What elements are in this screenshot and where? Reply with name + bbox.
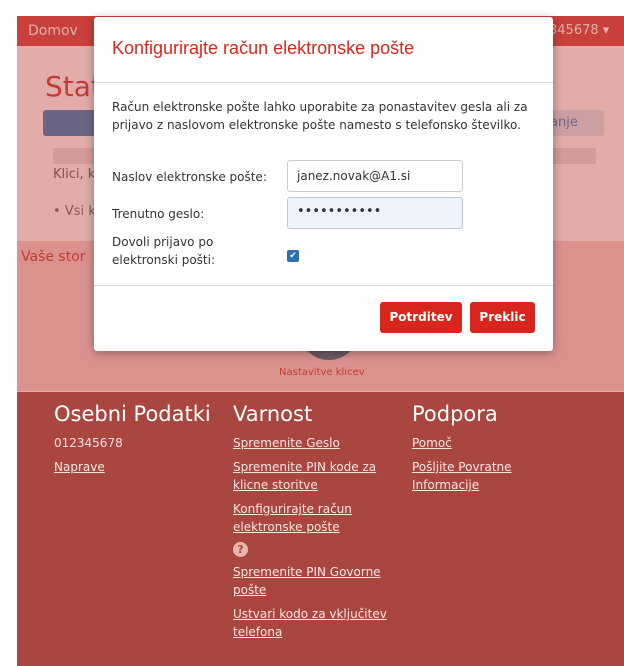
dialog-header: Konfigurirajte račun elektronske pošte <box>94 17 553 83</box>
footer-personal-title: Osebni Podatki <box>54 402 211 426</box>
help-link[interactable]: Pomoč <box>412 434 582 452</box>
email-config-dialog: Konfigurirajte račun elektronske pošte R… <box>94 17 553 351</box>
change-password-link[interactable]: Spremenite Geslo <box>233 434 403 452</box>
email-login-checkbox[interactable]: ✔ <box>287 250 299 262</box>
email-login-label: Dovoli prijavo po elektronski pošti: <box>112 235 216 267</box>
dialog-footer-divider <box>94 285 553 286</box>
password-field[interactable]: ••••••••••• <box>287 197 463 229</box>
voicemail-pin-link[interactable]: Spremenite PIN Govorne pošte <box>233 563 403 599</box>
footer-support-title: Podpora <box>412 402 498 426</box>
cancel-button[interactable]: Preklic <box>470 302 535 333</box>
devices-link[interactable]: Naprave <box>54 458 214 476</box>
confirm-button[interactable]: Potrditev <box>380 302 462 333</box>
footer: Osebni Podatki 012345678 Naprave Varnost… <box>17 392 624 666</box>
footer-support-column: Podpora Pomoč Pošljite Povratne Informac… <box>412 402 582 500</box>
question-circle-icon[interactable]: ? <box>233 542 248 557</box>
feedback-link[interactable]: Pošljite Povratne Informacije <box>412 458 582 494</box>
password-label: Trenutno geslo: <box>112 207 205 221</box>
footer-personal-column: Osebni Podatki 012345678 Naprave <box>54 402 214 482</box>
phone-activation-code-link[interactable]: Ustvari kodo za vključitev telefona <box>233 605 403 641</box>
footer-security-title: Varnost <box>233 402 313 426</box>
email-label: Naslov elektronske pošte: <box>112 170 267 184</box>
configure-email-link[interactable]: Konfigurirajte račun elektronske pošte <box>233 500 403 536</box>
email-field[interactable]: janez.novak@A1.si <box>287 160 463 192</box>
phone-number: 012345678 <box>54 436 123 450</box>
dialog-description: Račun elektronske pošte lahko uporabite … <box>112 100 528 132</box>
dialog-title: Konfigurirajte račun elektronske pošte <box>112 38 415 58</box>
footer-security-column: Varnost Spremenite Geslo Spremenite PIN … <box>233 402 403 647</box>
change-pin-link[interactable]: Spremenite PIN kode za klicne storitve <box>233 458 403 494</box>
